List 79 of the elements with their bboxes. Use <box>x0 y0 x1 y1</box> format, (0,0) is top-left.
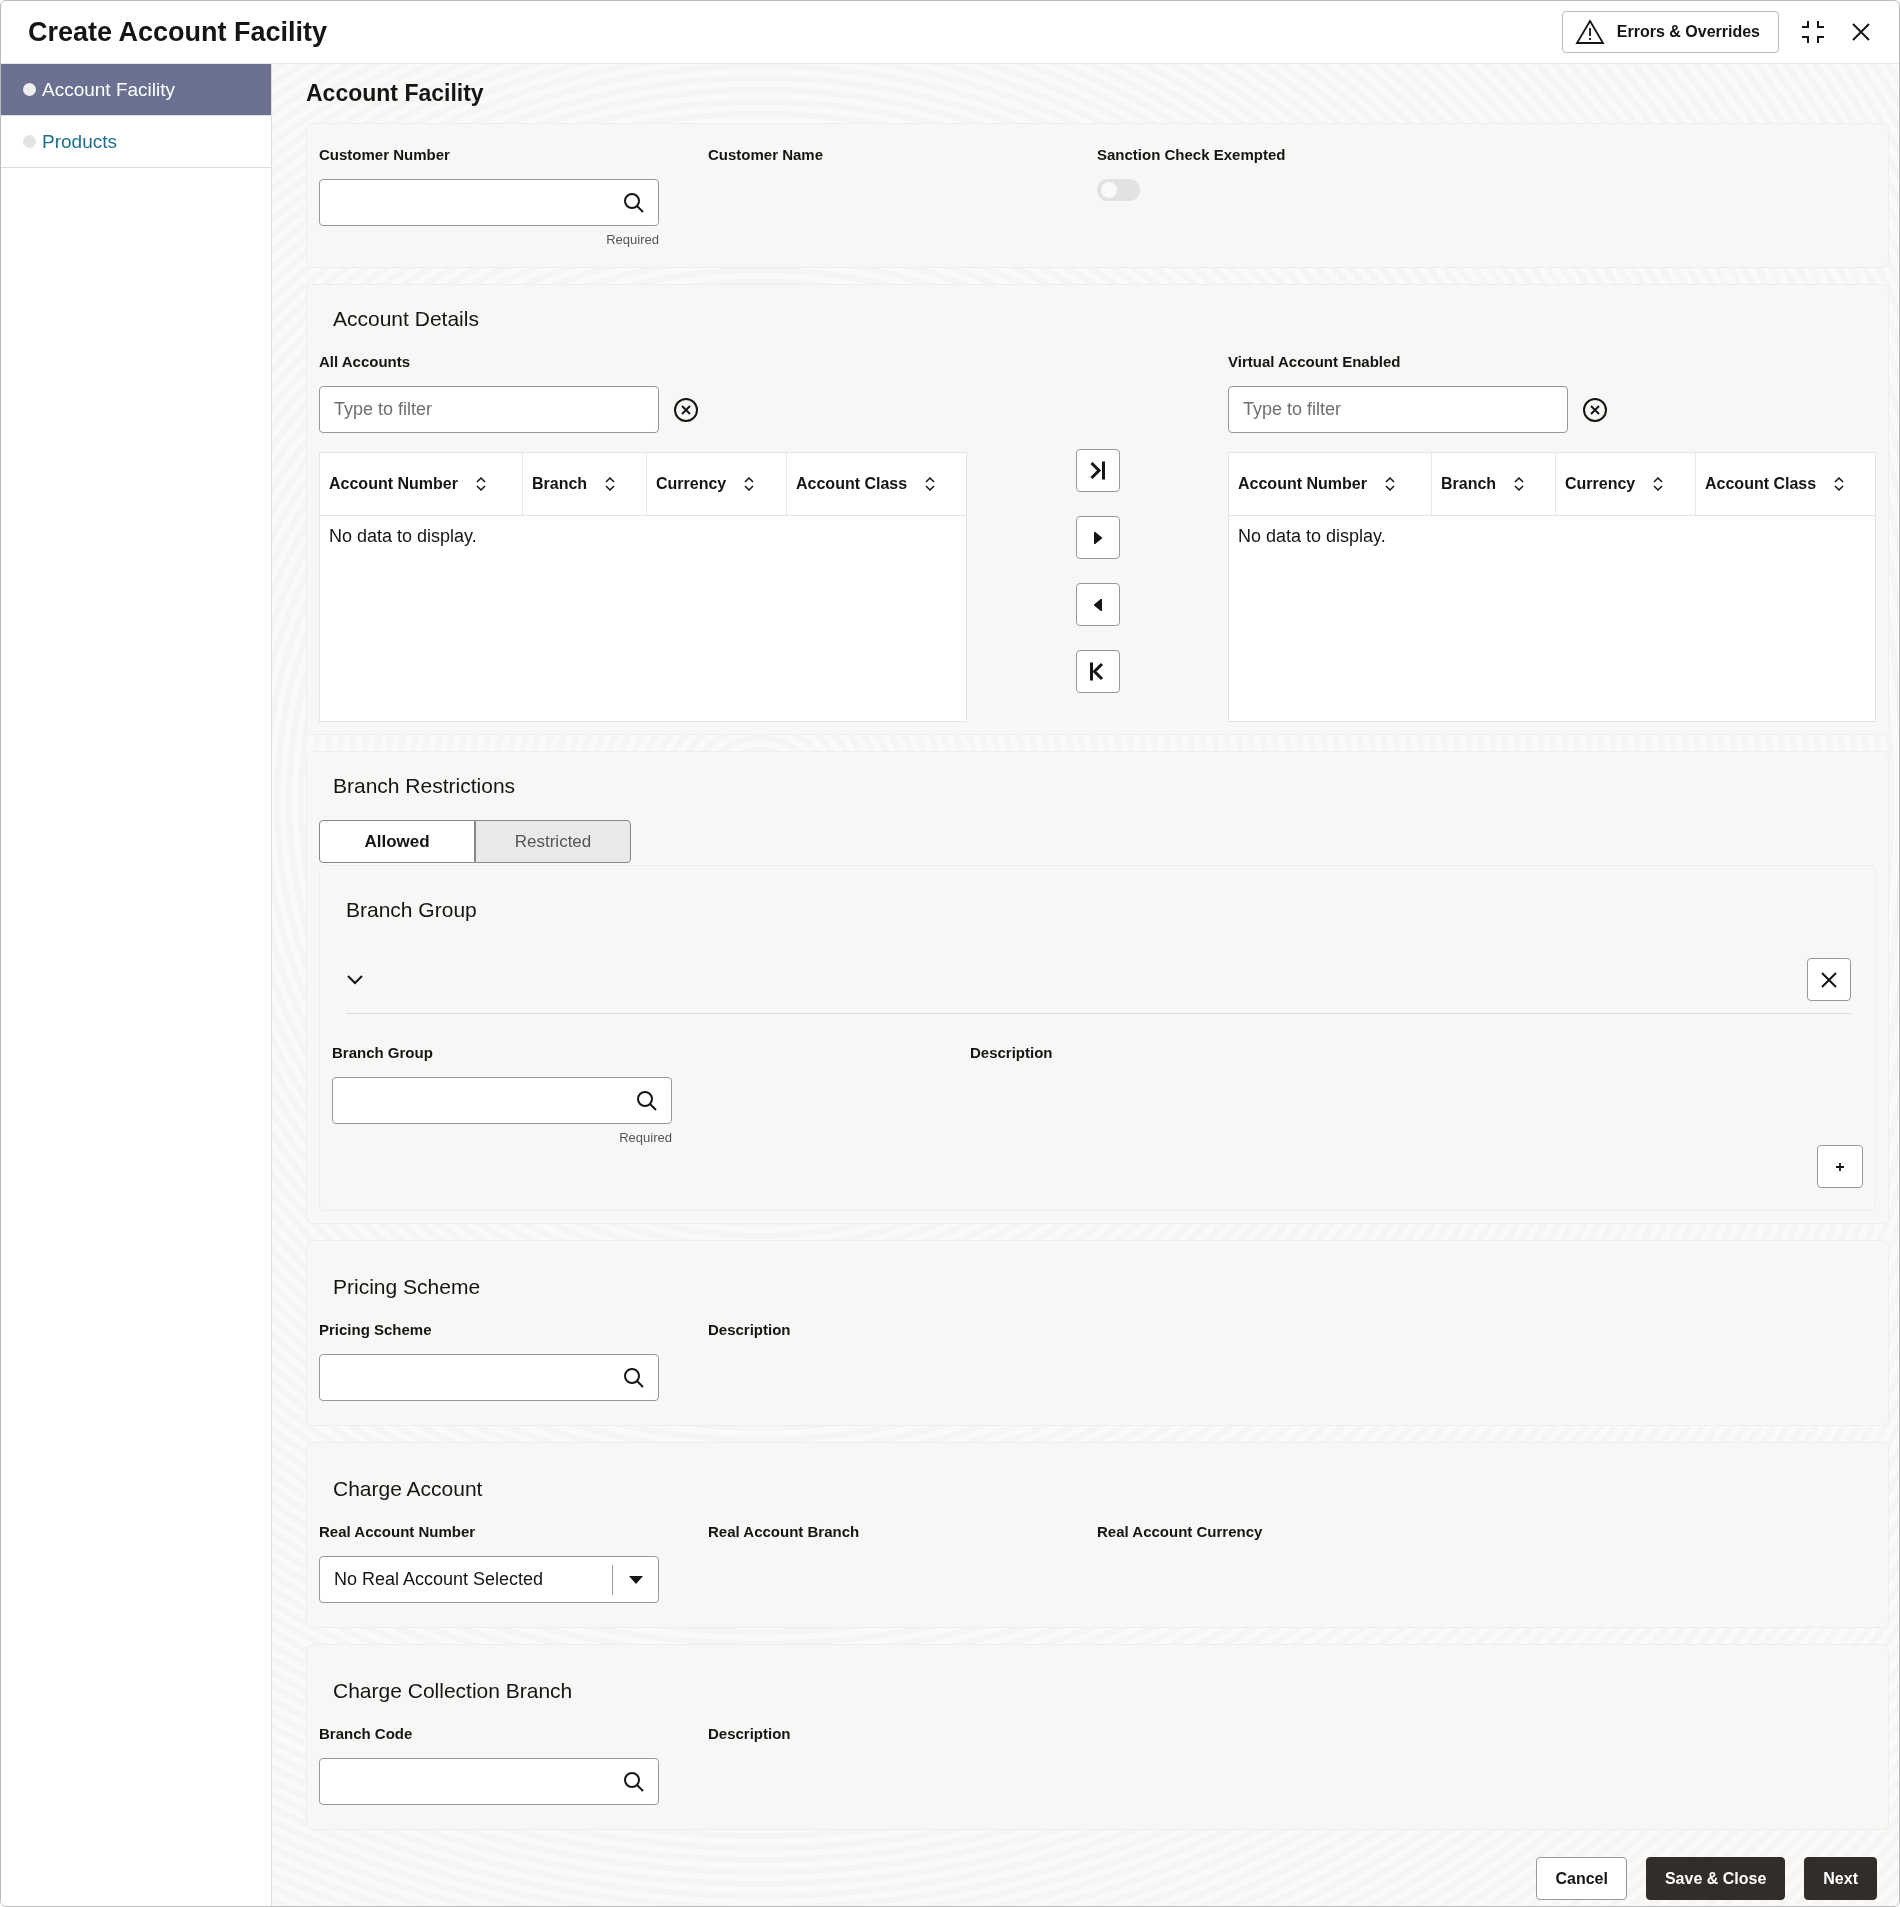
field-label: Description <box>708 1725 792 1742</box>
filter-field[interactable]: Type to filter <box>1228 386 1568 433</box>
field-label: Description <box>970 1044 1054 1061</box>
sort-icon[interactable] <box>925 477 936 491</box>
close-icon <box>1819 969 1839 990</box>
field-label: Description <box>708 1321 792 1338</box>
bar-chevron-icon <box>1090 661 1105 682</box>
section-title: Account Details <box>333 307 480 331</box>
filter-field[interactable]: Type to filter <box>319 386 659 433</box>
add-button[interactable] <box>1817 1145 1863 1188</box>
field-label: Branch Code <box>319 1725 414 1742</box>
collapse-icon <box>1799 18 1827 46</box>
sort-icon[interactable] <box>1514 477 1525 491</box>
column-header[interactable]: Account Number <box>329 475 458 493</box>
move-all-right-button[interactable] <box>1075 449 1120 492</box>
remove-button[interactable] <box>1807 958 1851 1001</box>
search-field[interactable] <box>332 1077 672 1124</box>
warning-icon <box>1574 19 1605 45</box>
empty-message: No data to display. <box>1238 526 1386 546</box>
column-header[interactable]: Account Number <box>1238 475 1367 493</box>
search-field[interactable] <box>319 1354 659 1401</box>
search-field[interactable] <box>319 179 659 226</box>
sort-icon[interactable] <box>1653 477 1664 491</box>
sort-icon[interactable] <box>475 477 486 491</box>
footer-button[interactable]: Next <box>1804 1857 1877 1900</box>
field-label: Real Account Branch <box>708 1523 861 1540</box>
tab[interactable]: Restricted <box>475 820 631 863</box>
section-title: Pricing Scheme <box>333 1275 482 1299</box>
chevron-down-icon[interactable] <box>346 973 364 986</box>
window-title: Create Account Facility <box>28 16 329 48</box>
required-hint: Required <box>605 232 659 247</box>
move-all-left-button[interactable] <box>1075 650 1120 693</box>
column-header[interactable]: Account Class <box>796 475 908 493</box>
footer-button[interactable]: Cancel <box>1536 1857 1627 1900</box>
column-header[interactable]: Currency <box>1565 475 1636 493</box>
section-title: Branch Restrictions <box>333 774 517 798</box>
sidebar-item[interactable]: Account Facility <box>1 64 271 116</box>
field-label: Real Account Number <box>319 1523 477 1540</box>
clear-icon[interactable] <box>673 396 699 423</box>
column-header[interactable]: Branch <box>532 475 588 493</box>
move-right-button[interactable] <box>1075 516 1120 559</box>
field-label: Pricing Scheme <box>319 1321 433 1338</box>
field-label: All Accounts <box>319 353 412 370</box>
search-icon[interactable] <box>622 190 646 215</box>
column-header[interactable]: Account Class <box>1705 475 1817 493</box>
search-icon[interactable] <box>622 1769 646 1794</box>
clear-icon[interactable] <box>1582 396 1608 423</box>
toggle-switch[interactable] <box>1097 179 1140 201</box>
column-header[interactable]: Branch <box>1441 475 1497 493</box>
triangle-right-icon <box>1093 531 1102 544</box>
field-label: Customer Number <box>319 146 451 163</box>
group-title: Branch Group <box>346 898 478 922</box>
caret-icon <box>628 1575 643 1584</box>
account-dropdown[interactable]: No Real Account Selected <box>319 1556 659 1603</box>
empty-message: No data to display. <box>329 526 477 546</box>
search-icon[interactable] <box>622 1365 646 1390</box>
field-label: Real Account Currency <box>1097 1523 1264 1540</box>
search-icon[interactable] <box>635 1088 659 1113</box>
section-title: Account Facility <box>306 80 485 107</box>
move-left-button[interactable] <box>1075 583 1120 626</box>
sort-icon[interactable] <box>1384 477 1395 491</box>
plus-icon <box>1834 1160 1846 1173</box>
footer-button[interactable]: Save & Close <box>1645 1857 1786 1900</box>
sort-icon[interactable] <box>605 477 616 491</box>
triangle-left-icon <box>1093 598 1102 611</box>
section-title: Charge Account <box>333 1477 484 1501</box>
column-header[interactable]: Currency <box>656 475 727 493</box>
section-title: Charge Collection Branch <box>333 1679 574 1703</box>
field-label: Virtual Account Enabled <box>1228 353 1402 370</box>
field-label: Branch Group <box>332 1044 434 1061</box>
sort-icon[interactable] <box>1834 477 1845 491</box>
tab[interactable]: Allowed <box>319 820 475 863</box>
sort-icon[interactable] <box>744 477 755 491</box>
field-label: Customer Name <box>708 146 825 163</box>
required-hint: Required <box>618 1130 672 1145</box>
chevron-bar-icon <box>1090 460 1105 481</box>
search-field[interactable] <box>319 1758 659 1805</box>
field-label: Sanction Check Exempted <box>1097 146 1287 163</box>
errors-overrides-button[interactable]: Errors & Overrides <box>1561 11 1779 53</box>
